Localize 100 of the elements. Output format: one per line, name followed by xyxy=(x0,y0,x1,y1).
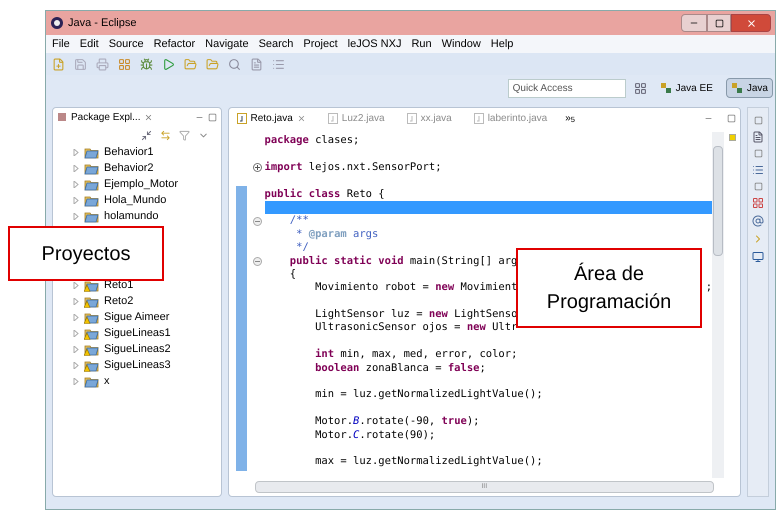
menu-item[interactable]: Window xyxy=(442,36,481,52)
expand-arrow-icon[interactable] xyxy=(73,148,79,156)
maximize-button[interactable] xyxy=(707,14,731,32)
bug-icon[interactable] xyxy=(140,58,153,70)
project-tree-item[interactable]: Hola_Mundo xyxy=(53,192,221,208)
menu-item[interactable]: Navigate xyxy=(205,36,249,52)
menu-item[interactable]: Source xyxy=(108,36,144,52)
expand-arrow-icon[interactable] xyxy=(73,314,79,320)
project-tree-item[interactable]: Ejemplo_Motor xyxy=(53,176,221,192)
search-icon[interactable] xyxy=(228,58,241,70)
grid-icon[interactable] xyxy=(118,58,131,70)
link-editor-icon[interactable] xyxy=(160,130,171,140)
perspective-button[interactable]: Java xyxy=(726,78,773,98)
maximize-icon xyxy=(714,18,724,28)
restore-icon[interactable] xyxy=(727,114,736,122)
panel-title[interactable]: Package Expl... xyxy=(71,110,140,124)
menu-item[interactable]: Run xyxy=(411,36,432,52)
collapse-fold-icon[interactable] xyxy=(253,256,262,266)
collapse-all-icon[interactable] xyxy=(140,130,152,140)
perspective-icon xyxy=(730,82,743,94)
code-line: min = luz.getNormalizedLightValue(); xyxy=(314,388,543,402)
project-tree-item[interactable]: Behavior2 xyxy=(53,160,221,176)
project-name: SigueLineas3 xyxy=(104,358,171,373)
filter-icon[interactable] xyxy=(178,130,190,140)
package-icon xyxy=(57,112,67,122)
project-name: Ejemplo_Motor xyxy=(104,176,178,192)
quick-access-field[interactable]: Quick Access xyxy=(508,78,626,98)
menu-item[interactable]: Project xyxy=(303,36,338,52)
restore-icon[interactable] xyxy=(754,149,763,158)
project-name: SigueLineas2 xyxy=(104,342,171,357)
grid-icon[interactable] xyxy=(752,197,764,209)
expand-fold-icon[interactable] xyxy=(253,162,262,172)
project-tree-item[interactable]: holamundo xyxy=(53,208,221,224)
code-line: boolean zonaBlanca = false; xyxy=(314,362,486,376)
menu-item[interactable]: File xyxy=(52,36,70,52)
code-fragment: ; xyxy=(706,281,712,295)
project-name: Hola_Mundo xyxy=(104,192,166,208)
callout-label: Proyectos xyxy=(8,226,164,281)
project-tree-item[interactable]: Reto2 xyxy=(53,293,221,309)
close-icon[interactable] xyxy=(144,112,154,122)
document-icon[interactable] xyxy=(752,131,764,143)
expand-arrow-icon[interactable] xyxy=(73,346,79,352)
project-name: x xyxy=(104,374,110,389)
code-line: int min, max, med, error, color; xyxy=(314,348,518,362)
perspective-button[interactable]: Java EE xyxy=(654,78,718,98)
project-tree-item[interactable]: SigueLineas2 xyxy=(53,341,221,357)
code-line: max = luz.getNormalizedLightValue(); xyxy=(314,455,543,469)
new-file-icon[interactable] xyxy=(52,58,65,70)
close-icon xyxy=(746,18,756,28)
expand-arrow-icon[interactable] xyxy=(73,298,79,304)
code-line: LightSensor luz = new LightSenso xyxy=(314,308,518,322)
more-tabs-indicator[interactable]: »$_{5}$ xyxy=(565,110,575,126)
code-line: package clases; xyxy=(264,134,360,148)
monitor-icon[interactable] xyxy=(752,251,764,263)
code-line: Motor.C.rotate(90); xyxy=(314,428,436,442)
expand-arrow-icon[interactable] xyxy=(73,378,79,384)
at-sign-icon[interactable] xyxy=(752,215,764,227)
menu-item[interactable]: leJOS NXJ xyxy=(348,36,402,52)
project-tree-item[interactable]: Behavior1 xyxy=(53,144,221,160)
run-icon[interactable] xyxy=(162,58,175,70)
folder-icon[interactable] xyxy=(206,58,219,70)
scrollbar-thumb[interactable] xyxy=(713,146,724,256)
editor-tab[interactable]: xx.java xyxy=(402,109,456,127)
open-perspective-icon[interactable] xyxy=(634,82,647,94)
project-name: Reto2 xyxy=(104,294,134,309)
expand-arrow-icon[interactable] xyxy=(73,180,79,188)
menu-item[interactable]: Edit xyxy=(80,36,99,52)
collapse-fold-icon[interactable] xyxy=(253,216,262,226)
expand-arrow-icon[interactable] xyxy=(73,212,79,220)
menu-item[interactable]: Search xyxy=(258,36,294,52)
expand-arrow-icon[interactable] xyxy=(73,196,79,204)
code-line: Motor.B.rotate(-90, true); xyxy=(314,415,480,429)
code-line: { xyxy=(288,268,296,282)
project-name: Behavior2 xyxy=(104,160,154,176)
maximize-icon[interactable] xyxy=(208,112,217,122)
expand-arrow-icon[interactable] xyxy=(73,362,79,368)
perspective-icon xyxy=(660,82,672,94)
java-file-icon xyxy=(328,112,338,124)
project-tree-item[interactable]: SigueLineas1 xyxy=(53,325,221,341)
callout-label: Área de Programación xyxy=(516,248,702,328)
project-tree-item[interactable]: x xyxy=(53,373,221,389)
java-file-icon xyxy=(236,112,247,124)
save-icon[interactable] xyxy=(74,58,87,70)
menu-item[interactable]: Help xyxy=(490,36,514,52)
project-name: Behavior1 xyxy=(104,144,154,160)
expand-arrow-icon[interactable] xyxy=(73,282,79,288)
project-tree-item[interactable]: SigueLineas3 xyxy=(53,357,221,373)
expand-arrow-icon[interactable] xyxy=(73,330,79,336)
code-line: */ xyxy=(295,241,309,255)
project-name: holamundo xyxy=(104,208,158,224)
restore-icon[interactable] xyxy=(754,116,763,125)
project-tree-item[interactable]: Sigue Aimeer xyxy=(53,309,221,325)
restore-icon[interactable] xyxy=(754,182,763,191)
close-button[interactable] xyxy=(731,14,771,32)
print-icon[interactable] xyxy=(96,58,109,70)
folder-icon[interactable] xyxy=(184,58,197,70)
menu-item[interactable]: Refactor xyxy=(154,36,196,52)
expand-arrow-icon[interactable] xyxy=(73,164,79,172)
close-tab-icon[interactable] xyxy=(296,114,306,122)
code-line: /** xyxy=(288,214,309,228)
